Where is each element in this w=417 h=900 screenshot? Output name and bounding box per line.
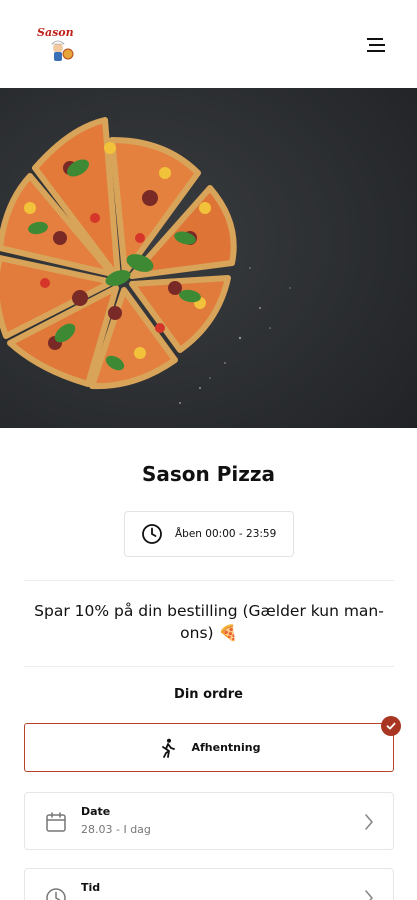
time-selector[interactable]: Tid <box>24 868 394 900</box>
walking-person-icon <box>158 738 178 758</box>
divider <box>24 666 394 667</box>
calendar-icon <box>45 811 67 833</box>
hero-pizza-image <box>0 88 417 428</box>
order-heading: Din ordre <box>174 687 243 702</box>
chevron-right-icon <box>363 812 375 832</box>
clock-icon <box>45 887 67 900</box>
pickup-option-button[interactable]: Afhentning <box>24 723 394 772</box>
time-label: Tid <box>81 881 101 894</box>
promo-text: Spar 10% på din bestilling (Gælder kun m… <box>34 602 384 642</box>
selected-check-icon <box>381 716 401 736</box>
date-selector[interactable]: Date 28.03 - I dag <box>24 792 394 850</box>
clock-icon <box>141 523 163 545</box>
date-value: 28.03 - I dag <box>81 823 151 836</box>
opening-hours-badge: Åben 00:00 - 23:59 <box>124 511 294 557</box>
logo-wordmark: Sason <box>37 26 74 39</box>
date-label: Date <box>81 805 111 818</box>
chevron-right-icon <box>363 888 375 900</box>
store-title: Sason Pizza <box>141 462 276 486</box>
hamburger-menu-icon[interactable] <box>364 34 390 56</box>
app-header: Sason <box>0 0 417 88</box>
brand-logo[interactable]: Sason <box>34 24 82 64</box>
divider <box>24 580 394 581</box>
opening-hours-text: Åben 00:00 - 23:59 <box>175 528 277 540</box>
pickup-label: Afhentning <box>191 741 261 754</box>
